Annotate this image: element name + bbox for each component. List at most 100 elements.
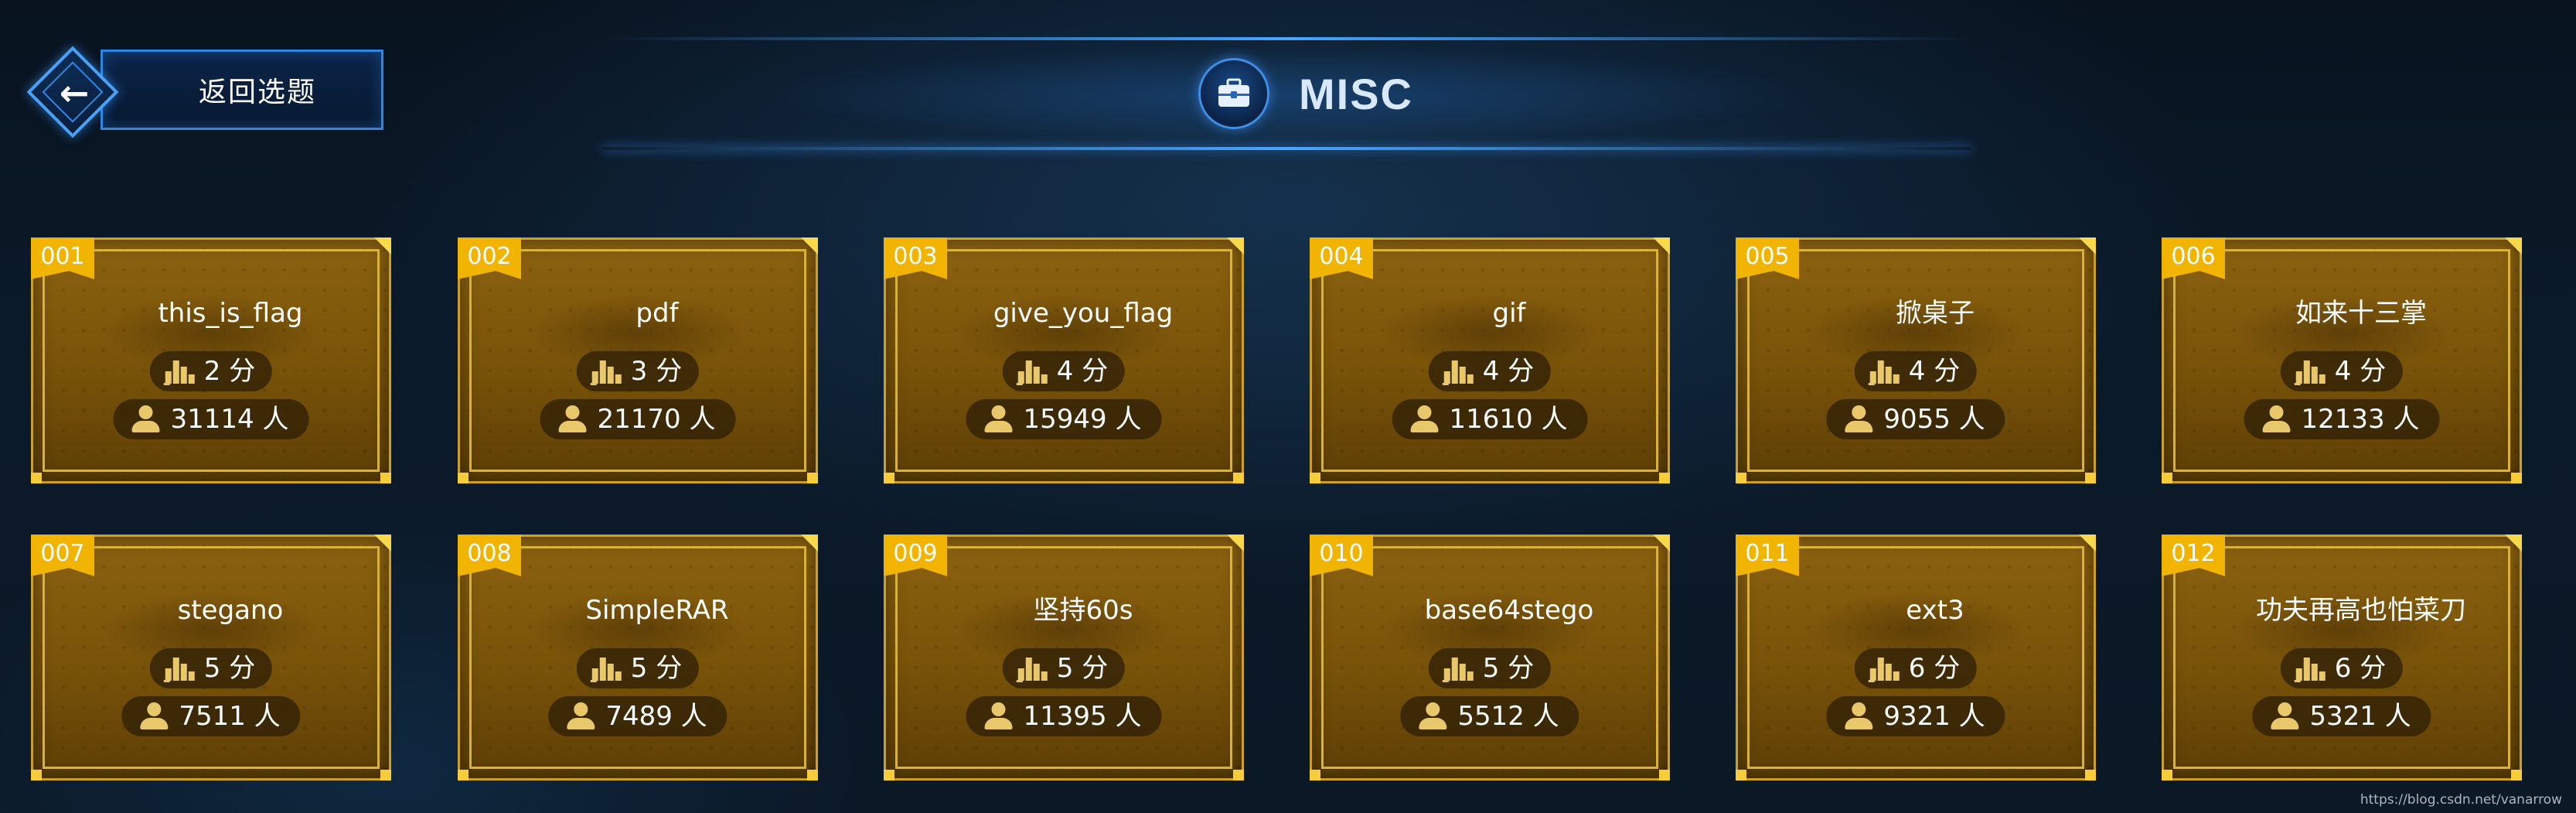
challenge-card[interactable]: 010 base64stego 5 分 5512 人 [1310, 535, 1670, 781]
challenge-score: 4 分 [1002, 351, 1126, 391]
card-corner [801, 237, 818, 254]
challenge-card[interactable]: 005 掀桌子 4 分 9055 人 [1736, 237, 2096, 483]
challenge-solved-count: 31114 人 [113, 399, 309, 439]
card-corner [1659, 473, 1670, 483]
challenge-score-value: 5 分 [203, 653, 256, 684]
challenge-card[interactable]: 009 坚持60s 5 分 11395 人 [884, 535, 1244, 781]
bar-chart-icon [1016, 357, 1048, 385]
challenge-score-value: 5 分 [1056, 653, 1109, 684]
challenge-score-value: 3 分 [630, 356, 683, 387]
challenge-score: 4 分 [1854, 351, 1978, 391]
back-button[interactable]: 返回选题 ← [26, 45, 383, 142]
challenge-score: 4 分 [2280, 351, 2404, 391]
challenge-score: 5 分 [576, 648, 700, 688]
challenge-card[interactable]: 006 如来十三掌 4 分 12133 人 [2162, 237, 2522, 483]
challenge-score: 4 分 [1428, 351, 1552, 391]
card-corner [2511, 473, 2522, 483]
challenge-solved-value: 9055 人 [1883, 404, 1985, 435]
challenge-card[interactable]: 012 功夫再高也怕菜刀 6 分 5321 人 [2162, 535, 2522, 781]
card-corner [374, 237, 391, 254]
challenge-name[interactable]: pdf [522, 297, 792, 330]
challenge-solved-count: 5321 人 [2252, 696, 2431, 736]
challenge-name[interactable]: give_you_flag [948, 297, 1218, 330]
challenge-score-value: 4 分 [1056, 356, 1109, 387]
challenge-score: 5 分 [1002, 648, 1126, 688]
challenge-name[interactable]: gif [1374, 297, 1644, 330]
challenge-score-value: 6 分 [2334, 653, 2387, 684]
challenge-solved-value: 15949 人 [1023, 404, 1142, 435]
user-icon [1843, 405, 1874, 434]
challenge-name[interactable]: base64stego [1374, 594, 1644, 627]
challenge-score: 5 分 [1428, 648, 1552, 688]
challenge-card[interactable]: 001 this_is_flag 2 分 31114 人 [31, 237, 391, 483]
challenge-name[interactable]: stegano [95, 594, 366, 627]
card-corner [1233, 473, 1244, 483]
arrow-left-icon[interactable]: ← [45, 63, 104, 122]
challenge-score: 3 分 [576, 351, 700, 391]
challenge-card[interactable]: 004 gif 4 分 11610 人 [1310, 237, 1670, 483]
user-icon [565, 702, 596, 731]
user-icon [1409, 405, 1440, 434]
bar-chart-icon [1868, 357, 1900, 385]
card-corner [884, 473, 894, 483]
challenge-card[interactable]: 008 SimpleRAR 5 分 7489 人 [458, 535, 818, 781]
card-corner [1233, 770, 1244, 781]
challenge-card[interactable]: 002 pdf 3 分 21170 人 [458, 237, 818, 483]
title-divider-bottom [603, 147, 1971, 150]
challenge-score-value: 4 分 [1908, 356, 1961, 387]
card-corner [2511, 770, 2522, 781]
challenge-solved-value: 5321 人 [2309, 701, 2411, 732]
challenge-solved-count: 11610 人 [1392, 399, 1588, 439]
user-icon [1417, 702, 1448, 731]
challenge-card[interactable]: 007 stegano 5 分 7511 人 [31, 535, 391, 781]
card-corner [1653, 237, 1670, 254]
title-glow [758, 46, 1817, 144]
card-corner [2162, 770, 2172, 781]
challenge-score-value: 5 分 [630, 653, 683, 684]
bar-chart-icon [2294, 654, 2326, 682]
card-corner [1736, 770, 1746, 781]
challenge-solved-count: 7511 人 [121, 696, 301, 736]
card-corner [807, 473, 818, 483]
card-corner [2505, 237, 2522, 254]
challenge-score: 5 分 [149, 648, 273, 688]
user-icon [131, 405, 162, 434]
card-corner [380, 473, 391, 483]
challenge-solved-count: 5512 人 [1400, 696, 1579, 736]
card-corner [31, 770, 42, 781]
back-button-frame[interactable]: 返回选题 [101, 50, 383, 130]
briefcase-icon [1198, 58, 1269, 129]
challenge-card[interactable]: 011 ext3 6 分 9321 人 [1736, 535, 2096, 781]
card-corner [1227, 535, 1244, 552]
card-corner [458, 770, 469, 781]
back-button-label: 返回选题 [198, 77, 316, 108]
challenge-name[interactable]: 如来十三掌 [2226, 297, 2496, 330]
challenge-name[interactable]: SimpleRAR [522, 594, 792, 627]
challenge-name[interactable]: this_is_flag [95, 297, 366, 330]
challenge-solved-count: 7489 人 [548, 696, 727, 736]
bar-chart-icon [163, 357, 195, 385]
user-icon [1843, 702, 1874, 731]
challenge-solved-count: 9055 人 [1826, 399, 2005, 439]
challenge-name[interactable]: 功夫再高也怕菜刀 [2226, 594, 2496, 627]
challenge-card[interactable]: 003 give_you_flag 4 分 15949 人 [884, 237, 1244, 483]
card-corner [1659, 770, 1670, 781]
challenge-name[interactable]: ext3 [1800, 594, 2070, 627]
challenge-solved-count: 9321 人 [1826, 696, 2005, 736]
challenge-score-value: 4 分 [2334, 356, 2387, 387]
user-icon [983, 405, 1014, 434]
page-title: MISC [1299, 70, 1413, 118]
card-corner [2505, 535, 2522, 552]
challenge-solved-count: 11395 人 [966, 696, 1162, 736]
challenge-score: 2 分 [149, 351, 273, 391]
card-corner [380, 770, 391, 781]
bar-chart-icon [590, 357, 622, 385]
bar-chart-icon [1868, 654, 1900, 682]
card-corner [884, 770, 894, 781]
challenge-name[interactable]: 掀桌子 [1800, 297, 2070, 330]
card-corner [1310, 473, 1320, 483]
challenge-solved-count: 12133 人 [2244, 399, 2440, 439]
user-icon [2269, 702, 2300, 731]
card-corner [2085, 770, 2096, 781]
challenge-name[interactable]: 坚持60s [948, 594, 1218, 627]
